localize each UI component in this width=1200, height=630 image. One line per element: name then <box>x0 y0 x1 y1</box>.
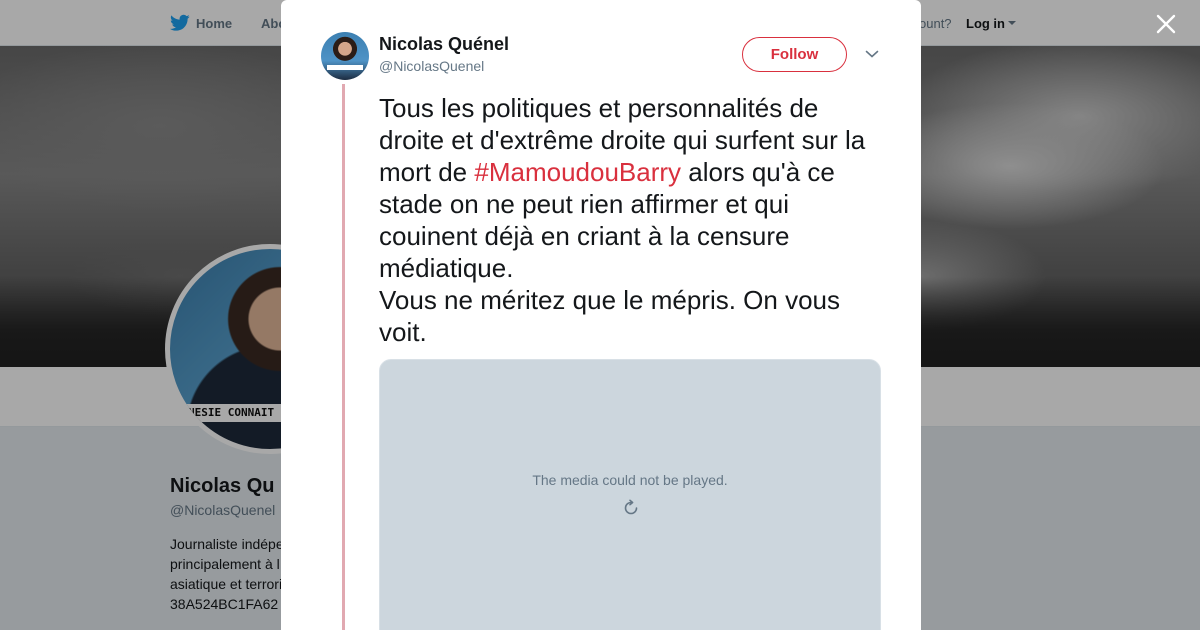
chevron-down-icon[interactable] <box>865 49 879 59</box>
tweet-text: Tous les politiques et personnalités de … <box>379 92 879 348</box>
author-name[interactable]: Nicolas Quénel <box>379 34 509 55</box>
avatar-caption-strip <box>327 65 363 70</box>
tweet-modal: Nicolas Quénel @NicolasQuenel Follow Tou… <box>281 0 921 630</box>
close-icon[interactable] <box>1154 12 1178 36</box>
author-handle[interactable]: @NicolasQuenel <box>379 58 484 74</box>
media-error-message: The media could not be played. <box>532 472 728 488</box>
tweet-text-line2: Vous ne méritez que le mépris. On vous v… <box>379 285 841 347</box>
tweet-media[interactable]: The media could not be played. <box>379 359 881 630</box>
hashtag-link[interactable]: #MamoudouBarry <box>474 157 681 187</box>
follow-button[interactable]: Follow <box>742 37 847 72</box>
author-avatar[interactable] <box>321 32 369 80</box>
refresh-icon[interactable] <box>621 498 641 518</box>
thread-line <box>342 84 345 630</box>
